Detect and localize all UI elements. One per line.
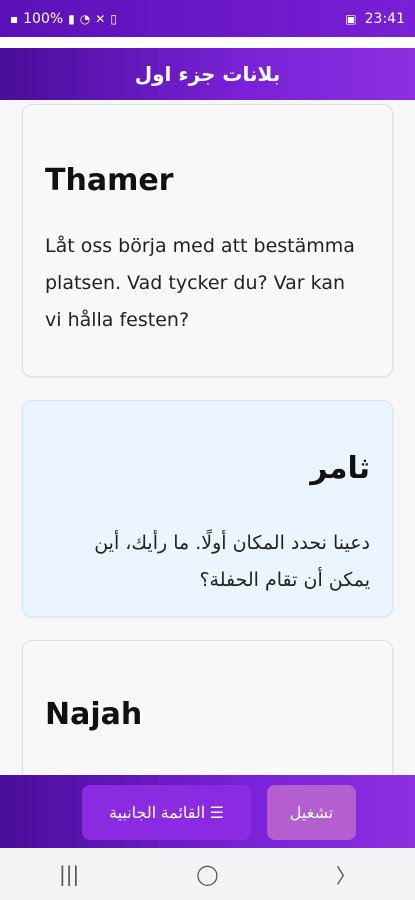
play-button[interactable]: تشغيل <box>267 785 356 840</box>
play-label: تشغيل <box>289 804 334 822</box>
wifi-icon: ◔ <box>79 11 91 26</box>
side-menu-button[interactable]: القائمة الجانبية ☰ <box>82 785 251 840</box>
recents-icon[interactable]: ||| <box>39 862 99 886</box>
status-left: ▪ 100% ▮ ◔ ✕ ▯ <box>10 11 117 27</box>
speaker-name: Thamer <box>45 163 174 198</box>
dialogue-text: Låt oss börja med att bestämma platsen. … <box>45 228 375 339</box>
signal-icon: ▮ <box>68 11 75 26</box>
speaker-name: Najah <box>45 697 143 732</box>
system-nav-bar: ||| ◯ 〉 <box>0 848 415 900</box>
dialogue-card-thamer-ar: ثامر دعينا نحدد المكان أولًا. ما رأيك، أ… <box>22 400 393 617</box>
dialogue-line: دعينا نحدد المكان أولًا. ما رأيك، أين <box>94 532 370 554</box>
status-right: ▣ 23:41 <box>345 11 405 27</box>
chat-list[interactable]: Thamer Låt oss börja med att bestämma pl… <box>0 100 415 775</box>
side-menu-label: القائمة الجانبية ☰ <box>108 804 225 822</box>
status-bar: ▪ 100% ▮ ◔ ✕ ▯ ▣ 23:41 <box>0 0 415 37</box>
speaker-name: ثامر <box>310 451 370 486</box>
dialogue-card-najah: Najah <box>22 640 393 775</box>
battery-percent: 100% <box>23 10 64 27</box>
dialogue-card-thamer: Thamer Låt oss börja med att bestämma pl… <box>22 104 393 377</box>
home-icon[interactable]: ◯ <box>177 862 237 886</box>
gallery-icon: ▣ <box>345 11 357 26</box>
notification-dot-icon: ▪ <box>10 11 19 26</box>
page-title: بلانات جزء اول <box>134 62 281 86</box>
mute-icon: ✕ <box>95 11 106 26</box>
status-time: 23:41 <box>364 10 405 27</box>
status-divider <box>0 37 415 48</box>
dialogue-line: Låt oss börja med att bestämma <box>45 235 355 257</box>
dialogue-line: يمكن أن تقام الحفلة؟ <box>199 569 370 591</box>
dialogue-line: vi hålla festen? <box>45 309 190 331</box>
bottom-action-bar: القائمة الجانبية ☰ تشغيل <box>0 775 415 848</box>
dialogue-line: platsen. Vad tycker du? Var kan <box>45 272 346 294</box>
battery-small-icon: ▯ <box>110 11 117 26</box>
app-bar: بلانات جزء اول <box>0 48 415 100</box>
back-icon[interactable]: 〉 <box>316 860 376 889</box>
dialogue-text: دعينا نحدد المكان أولًا. ما رأيك، أين يم… <box>40 525 370 599</box>
